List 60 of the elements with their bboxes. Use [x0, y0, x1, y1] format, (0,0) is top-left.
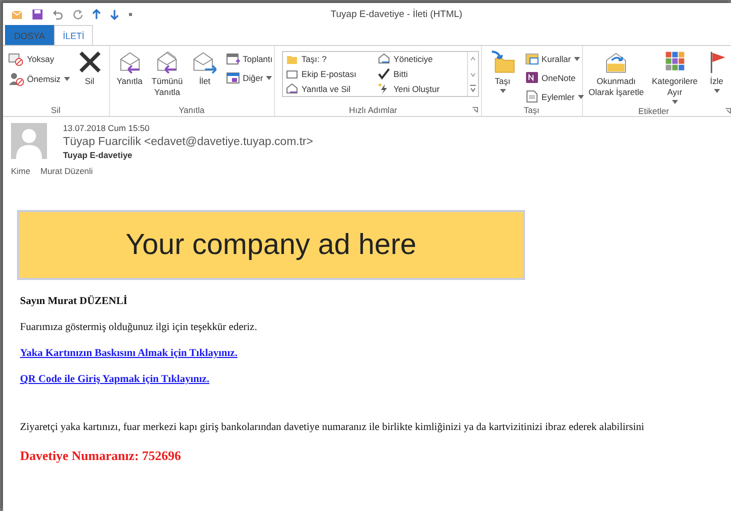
ribbon-button[interactable]: Sil	[74, 49, 106, 104]
delete-icon	[76, 50, 103, 74]
group-label: Hızlı Adımlar	[348, 104, 398, 116]
ribbon-button[interactable]: Kategorilere Ayır	[648, 49, 701, 105]
ribbon-button[interactable]: Tümünü Yanıtla	[148, 49, 186, 104]
ribbon-button[interactable]: Okunmadı Olarak İşaretle	[586, 49, 647, 105]
intro-text: Fuarımıza göstermiş olduğunuz ilgi için teşekkür ederiz.	[20, 322, 258, 333]
avatar-silhouette	[11, 123, 47, 159]
lightning-icon	[378, 82, 390, 95]
greeting: Sayın Murat DÜZENLİ	[20, 296, 128, 307]
ribbon-button[interactable]: Yanıtla	[112, 49, 147, 104]
quick-step[interactable]: Yeni Oluştur	[374, 81, 467, 96]
ribbon-button[interactable]: Taşı	[484, 49, 521, 104]
sender-address: Tüyap Fuarcilik <edavet@davetiye.tuyap.com.tr>	[63, 136, 314, 148]
ribbon-button[interactable]: İzle	[702, 49, 731, 105]
onenote-icon	[524, 71, 539, 84]
ad-banner: Your company ad here	[17, 210, 525, 280]
ribbon-button[interactable]: OneNote	[522, 70, 586, 85]
group-label: Yanıtla	[178, 104, 206, 116]
invitation-number: Davetiye Numaranız: 752696	[20, 448, 182, 464]
redo-icon[interactable]	[72, 8, 83, 20]
window-title: Tuyap E-davetiye - İleti (HTML)	[330, 8, 464, 20]
recipient-name: Murat Düzenli	[40, 166, 93, 176]
down-arrow-icon[interactable]	[110, 8, 119, 20]
link[interactable]: Yaka Kartınızın Baskısını Almak için Tıklayınız.	[20, 348, 238, 359]
document-icon	[524, 90, 539, 103]
folder-icon	[286, 53, 298, 66]
quick-step[interactable]: Yanıtla ve Sil	[282, 81, 375, 96]
to-label: Kime	[11, 166, 30, 176]
up-arrow-icon[interactable]	[92, 8, 101, 20]
message-date: 13.07.2018 Cum 15:50	[63, 123, 150, 133]
person-block-icon	[8, 72, 24, 86]
save-icon[interactable]	[32, 8, 43, 20]
group-label: Etiketler	[637, 105, 670, 117]
rules-icon	[524, 52, 539, 65]
link[interactable]: QR Code ile Giriş Yapmak için Tıklayınız.	[20, 374, 210, 385]
window-icon	[226, 71, 240, 84]
quick-step[interactable]: Taşı: ?	[282, 52, 375, 67]
ribbon-button[interactable]: Eylemler	[522, 89, 586, 104]
checkmark-icon	[378, 68, 390, 80]
ribbon-tab[interactable]: İLETİ	[54, 25, 94, 45]
group-label: Sil	[50, 104, 62, 116]
forward-icon	[190, 50, 219, 74]
ribbon-button[interactable]: İlet	[188, 49, 222, 104]
calendar-icon	[226, 52, 240, 65]
ribbon-button[interactable]: Yoksay	[6, 51, 72, 67]
undo-icon[interactable]	[52, 8, 63, 20]
ribbon-button[interactable]: Önemsiz	[6, 71, 72, 87]
ignore-icon	[8, 52, 24, 66]
dialog-launcher-icon[interactable]	[724, 108, 731, 114]
ribbon-button[interactable]: Diğer	[224, 70, 275, 85]
ribbon-button[interactable]: Toplantı	[224, 51, 275, 66]
dialog-launcher-icon[interactable]	[472, 107, 478, 113]
notice-text: Ziyaretçi yaka kartınızı, fuar merkezi kapı giriş bankolarından davetiye numaranız ile birlikte kimliğinizi ya da kartvizitinizi ibraz ederek alabilirsini	[20, 422, 646, 433]
quick-step[interactable]: Ekip E-postası	[282, 66, 375, 82]
quick-step[interactable]: Yöneticiye	[374, 52, 467, 67]
message-subject: Tuyap E-davetiye	[63, 150, 134, 160]
quick-step[interactable]: Bitti	[374, 66, 467, 82]
ribbon-button[interactable]: Kurallar	[522, 51, 586, 66]
group-label: Taşı	[522, 104, 540, 116]
